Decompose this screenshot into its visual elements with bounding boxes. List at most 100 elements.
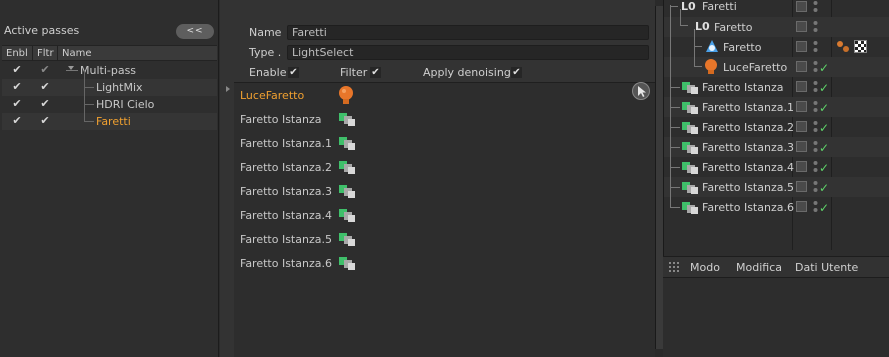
enabled-tick-icon[interactable]: ✓	[819, 162, 829, 174]
object-row[interactable]: Faretto Istanza.5 ✓	[664, 167, 889, 197]
light-item-active[interactable]: LuceFaretto	[240, 89, 304, 103]
enable-checkbox[interactable]: ✔	[288, 67, 299, 78]
visibility-dots-icon[interactable]	[813, 140, 818, 154]
texture-tag-icon[interactable]	[854, 40, 867, 53]
material-tag-icon[interactable]	[836, 39, 850, 54]
enable-checkbox[interactable]: ✔	[11, 81, 23, 93]
visibility-dots-icon[interactable]	[813, 120, 818, 134]
instance-icon	[339, 185, 355, 198]
tree-line	[670, 167, 680, 168]
object-row[interactable]: Faretto Istanza.3 ✓	[664, 127, 889, 157]
object-row[interactable]: Faretto Istanza.4 ✓	[664, 147, 889, 177]
tree-line	[694, 29, 695, 46]
panel-splitter[interactable]	[655, 0, 663, 357]
instance-icon	[682, 202, 698, 214]
scroll-cap-top	[655, 0, 663, 6]
column-name[interactable]: Name	[62, 47, 92, 61]
type-label: Type .	[249, 46, 282, 59]
visibility-dots-icon[interactable]	[813, 180, 818, 194]
name-field[interactable]: Faretti	[287, 25, 649, 40]
instance-icon	[682, 82, 698, 94]
tree-line	[84, 87, 94, 88]
tree-line	[670, 107, 680, 108]
pass-row-faretti[interactable]: ✔ ✔ Faretti	[2, 104, 217, 130]
tree-line	[84, 104, 85, 121]
enabled-tick-icon[interactable]: ✓	[819, 202, 829, 214]
menu-modifica[interactable]: Modifica	[736, 261, 782, 275]
filter-checkbox[interactable]: ✔	[370, 67, 381, 78]
object-name: Faretti	[702, 0, 737, 13]
visibility-dots-icon[interactable]	[813, 40, 818, 54]
enable-checkbox[interactable]: ✔	[11, 98, 23, 110]
enable-checkbox[interactable]: ✔	[11, 115, 23, 127]
bulb-icon	[705, 59, 717, 74]
visibility-dots-icon[interactable]	[813, 200, 818, 214]
pass-row-lightmix[interactable]: ✔ ✔ LightMix	[2, 71, 217, 96]
tree-line	[670, 207, 680, 208]
object-row[interactable]: Faretto Istanza.6 ✓	[664, 187, 889, 217]
denoise-label: Apply denoising	[423, 66, 511, 79]
pass-name: LightMix	[96, 81, 143, 94]
light-item[interactable]: Faretto Istanza.3	[240, 185, 332, 199]
light-item[interactable]: Faretto Istanza	[240, 113, 321, 127]
filter-checkbox[interactable]: ✔	[39, 64, 51, 76]
enabled-tick-icon[interactable]: ✓	[819, 102, 829, 114]
light-item[interactable]: Faretto Istanza.6	[240, 257, 332, 271]
object-row[interactable]: Faretto Istanza.1 ✓	[664, 87, 889, 117]
type-field[interactable]: LightSelect	[287, 45, 649, 60]
visibility-dots-icon[interactable]	[813, 100, 818, 114]
object-row[interactable]: Faretto Istanza ✓	[664, 5, 889, 97]
filter-checkbox[interactable]: ✔	[39, 81, 51, 93]
instance-icon	[339, 257, 355, 270]
enable-checkbox[interactable]: ✔	[11, 64, 23, 76]
enabled-tick-icon[interactable]: ✓	[819, 142, 829, 154]
menu-modo[interactable]: Modo	[690, 261, 720, 275]
tree-line	[84, 121, 94, 122]
denoise-checkbox[interactable]: ✔	[511, 67, 522, 78]
visibility-dots-icon[interactable]	[813, 20, 818, 34]
object-row[interactable]: L0 Faretto	[664, 9, 889, 37]
light-item[interactable]: Faretto Istanza.1	[240, 137, 332, 151]
grip-icon[interactable]	[669, 262, 681, 274]
instance-icon	[339, 113, 355, 126]
tree-line	[670, 6, 678, 7]
enabled-tick-icon[interactable]: ✓	[819, 82, 829, 94]
tree-line	[694, 66, 702, 67]
expand-arrow-icon[interactable]	[68, 66, 74, 70]
enabled-tick-icon[interactable]: ✓	[819, 62, 829, 74]
object-row[interactable]: LuceFaretto ✓	[664, 46, 889, 77]
tree-line	[670, 87, 671, 107]
light-item[interactable]: Faretto Istanza.4	[240, 209, 332, 223]
visibility-dots-icon[interactable]	[813, 0, 818, 14]
object-row[interactable]: Faretto	[664, 29, 889, 57]
instance-icon	[339, 137, 355, 150]
light-item[interactable]: Faretto Istanza.2	[240, 161, 332, 175]
pass-row-multipass[interactable]: ✔ ✔ Multi-pass	[2, 62, 217, 79]
enabled-tick-icon[interactable]: ✓	[819, 182, 829, 194]
tree-line	[670, 107, 671, 127]
object-row[interactable]: Faretto Istanza.2 ✓	[664, 107, 889, 137]
filter-checkbox[interactable]: ✔	[39, 115, 51, 127]
tree-line	[84, 71, 85, 87]
pass-row-hdri-cielo[interactable]: ✔ ✔ HDRI Cielo	[2, 87, 217, 113]
instance-icon	[339, 161, 355, 174]
light-item[interactable]: Faretto Istanza.5	[240, 233, 332, 247]
object-row[interactable]: L0 Faretti	[664, 0, 889, 17]
collapse-button[interactable]: <<	[176, 24, 214, 39]
tree-line	[84, 87, 85, 104]
column-filter[interactable]: Fltr	[37, 47, 54, 61]
visibility-dots-icon[interactable]	[813, 80, 818, 94]
menu-dati-utente[interactable]: Dati Utente	[795, 261, 858, 275]
scroll-cap-bottom	[655, 349, 663, 357]
enable-label: Enable	[249, 66, 287, 79]
enabled-tick-icon[interactable]: ✓	[819, 122, 829, 134]
pick-cursor-button[interactable]	[632, 82, 650, 100]
object-name: Faretto Istanza.2	[702, 121, 794, 134]
instance-icon	[682, 162, 698, 174]
visibility-dots-icon[interactable]	[813, 60, 818, 74]
column-enabled[interactable]: Enbl	[6, 47, 28, 61]
filter-checkbox[interactable]: ✔	[39, 98, 51, 110]
visibility-dots-icon[interactable]	[813, 160, 818, 174]
pass-name: Multi-pass	[80, 64, 137, 77]
list-expand-arrow-icon[interactable]	[226, 86, 230, 92]
